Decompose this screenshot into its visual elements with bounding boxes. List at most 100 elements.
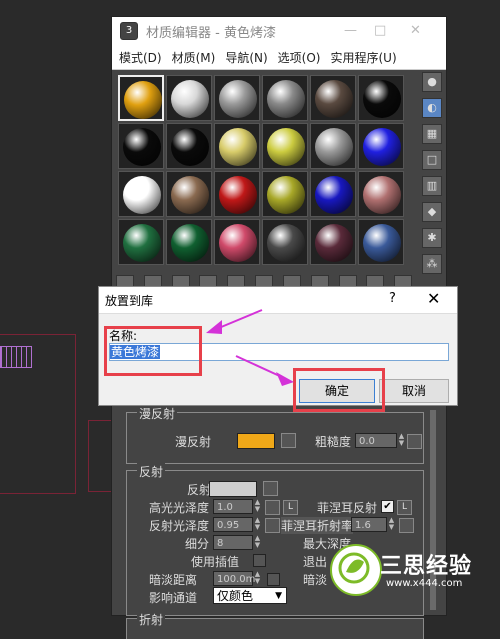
hilight-gloss-spinner[interactable]: ▲ ▼ — [253, 499, 262, 514]
dim-distance-input[interactable]: 100.0m — [213, 571, 255, 586]
material-slot[interactable] — [262, 75, 308, 121]
material-slot[interactable] — [118, 123, 164, 169]
watermark: 三思经验 www.x444.com — [330, 544, 472, 596]
fresnel-ior-spinner[interactable]: ▲ ▼ — [387, 517, 396, 532]
material-slot[interactable] — [358, 171, 404, 217]
viewport-object — [0, 346, 32, 368]
material-preview-sphere — [219, 80, 257, 118]
watermark-logo-icon — [330, 544, 382, 596]
select-by-material-icon[interactable]: ⁂ — [422, 254, 442, 274]
leaf-icon — [338, 552, 370, 584]
diffuse-group-title: 漫反射 — [137, 405, 178, 422]
material-slot[interactable] — [118, 219, 164, 265]
material-preview-sphere — [267, 80, 305, 118]
side-toolbar: ● ◐ ▦ □ ▥ ◆ ✱ ⁂ — [420, 69, 442, 280]
fresnel-lock-button[interactable]: L — [397, 500, 412, 515]
material-slot[interactable] — [166, 219, 212, 265]
material-preview-sphere — [123, 224, 161, 262]
menu-navigation[interactable]: 导航(N) — [225, 49, 267, 66]
cancel-button[interactable]: 取消 — [379, 379, 449, 403]
fresnel-ior-input[interactable]: 1.6 — [351, 517, 387, 532]
dim-distance-spinner[interactable]: ▲ ▼ — [253, 571, 262, 586]
material-preview-sphere — [363, 176, 401, 214]
material-slot[interactable] — [310, 75, 356, 121]
minimize-button[interactable]: — — [344, 23, 357, 38]
material-preview-sphere — [123, 128, 161, 166]
exit-color-label: 退出 — [303, 555, 328, 569]
dialog-close-button[interactable]: ✕ — [427, 289, 440, 308]
material-preview-sphere — [219, 176, 257, 214]
material-slot[interactable] — [262, 219, 308, 265]
material-slot[interactable] — [214, 123, 260, 169]
menu-utilities[interactable]: 实用程序(U) — [330, 49, 396, 66]
fresnel-ior-map-button[interactable] — [399, 518, 414, 533]
material-slot[interactable] — [166, 123, 212, 169]
diffuse-label: 漫反射 — [175, 435, 212, 449]
help-button[interactable]: ? — [389, 291, 396, 306]
menu-bar: 模式(D) 材质(M) 导航(N) 选项(O) 实用程序(U) — [112, 45, 446, 70]
material-slot[interactable] — [310, 171, 356, 217]
sample-type-icon[interactable]: ● — [422, 72, 442, 92]
material-slot[interactable] — [118, 75, 164, 121]
roughness-map-button[interactable] — [407, 434, 422, 449]
material-slot[interactable] — [358, 219, 404, 265]
material-preview-sphere — [267, 128, 305, 166]
video-color-check-icon[interactable]: ▥ — [422, 176, 442, 196]
menu-mode[interactable]: 模式(D) — [119, 49, 162, 66]
hilight-lock-button[interactable]: L — [283, 500, 298, 515]
make-preview-icon[interactable]: ◆ — [422, 202, 442, 222]
material-slot[interactable] — [166, 75, 212, 121]
options-icon[interactable]: ✱ — [422, 228, 442, 248]
reflection-group: 反射 反射 高光光泽度 1.0 ▲ ▼ L 菲涅耳反射 ✔ L 反射光泽度 0.9… — [126, 463, 424, 616]
roughness-spinner[interactable]: ▲ ▼ — [397, 433, 406, 448]
roughness-input[interactable]: 0.0 — [355, 433, 397, 448]
use-interp-checkbox[interactable] — [253, 554, 266, 567]
refl-gloss-map-button[interactable] — [265, 518, 280, 533]
material-preview-sphere — [124, 81, 162, 119]
menu-options[interactable]: 选项(O) — [278, 49, 321, 66]
reflect-color-swatch[interactable] — [209, 481, 257, 497]
refl-gloss-label: 反射光泽度 — [149, 519, 210, 533]
affect-channels-select[interactable]: 仅颜色 ▼ — [213, 587, 287, 604]
hilight-gloss-map-button[interactable] — [265, 500, 280, 515]
material-slot[interactable] — [310, 123, 356, 169]
diffuse-color-swatch[interactable] — [237, 433, 275, 449]
dim-distance-checkbox[interactable] — [267, 573, 280, 586]
material-slot[interactable] — [358, 75, 404, 121]
reflect-map-button[interactable] — [263, 481, 278, 496]
fresnel-checkbox[interactable]: ✔ — [381, 500, 394, 513]
material-slot[interactable] — [262, 123, 308, 169]
background-checker-icon[interactable]: ▦ — [422, 124, 442, 144]
material-slot[interactable] — [214, 171, 260, 217]
material-slots-grid — [118, 75, 406, 267]
maximize-button[interactable]: □ — [374, 23, 386, 38]
material-slot[interactable] — [262, 171, 308, 217]
material-slot[interactable] — [214, 75, 260, 121]
material-preview-sphere — [315, 224, 353, 262]
material-slot[interactable] — [166, 171, 212, 217]
fresnel-label: 菲涅耳反射 — [317, 501, 378, 515]
use-interp-label: 使用插值 — [191, 555, 240, 569]
material-slot[interactable] — [310, 219, 356, 265]
backlight-icon[interactable]: ◐ — [422, 98, 442, 118]
diffuse-group: 漫反射 漫反射 粗糙度 0.0 ▲ ▼ — [126, 405, 424, 464]
subdivs-input[interactable]: 8 — [213, 535, 253, 550]
close-button[interactable]: ✕ — [410, 23, 421, 38]
material-slot[interactable] — [214, 219, 260, 265]
chevron-down-icon: ▼ — [275, 591, 282, 601]
diffuse-map-button[interactable] — [281, 433, 296, 448]
fresnel-ior-label: 菲涅耳折射率 — [281, 517, 354, 534]
highlight-name-field — [104, 326, 202, 376]
title-bar: 3 材质编辑器 - 黄色烤漆 — □ ✕ — [112, 17, 446, 45]
subdivs-spinner[interactable]: ▲ ▼ — [253, 535, 262, 550]
refl-gloss-spinner[interactable]: ▲ ▼ — [253, 517, 262, 532]
sample-uv-icon[interactable]: □ — [422, 150, 442, 170]
material-slot[interactable] — [358, 123, 404, 169]
hilight-gloss-input[interactable]: 1.0 — [213, 499, 253, 514]
material-preview-sphere — [363, 224, 401, 262]
refl-gloss-input[interactable]: 0.95 — [213, 517, 253, 532]
material-preview-sphere — [315, 176, 353, 214]
window-title: 材质编辑器 - 黄色烤漆 — [146, 25, 276, 41]
material-slot[interactable] — [118, 171, 164, 217]
menu-material[interactable]: 材质(M) — [172, 49, 216, 66]
